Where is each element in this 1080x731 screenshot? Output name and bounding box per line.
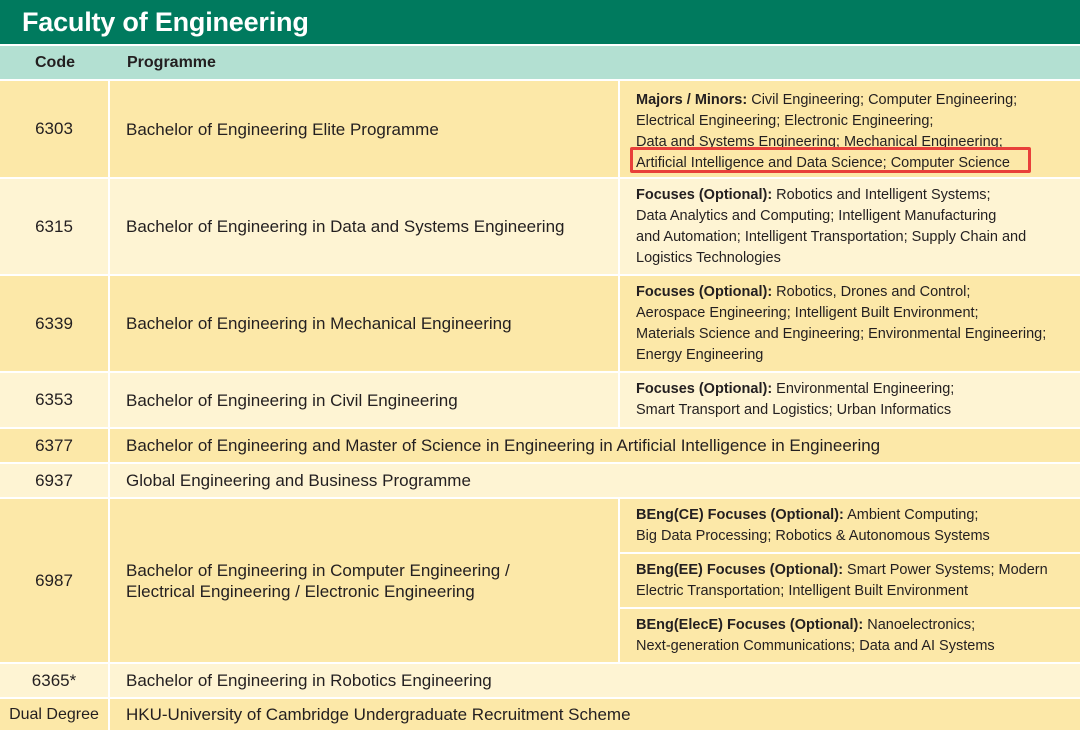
notes-line: Smart Transport and Logistics; Urban Inf… [636,402,952,418]
notes-line: Data Analytics and Computing; Intelligen… [636,208,997,224]
notes-text: Environmental Engineering; [772,381,955,397]
programme-notes: Focuses (Optional): Robotics and Intelli… [620,179,1080,274]
programme-table-page: Faculty of Engineering Code Programme 63… [0,0,1080,731]
programme-code: Dual Degree [0,699,110,730]
notes-label: BEng(EE) Focuses (Optional): [636,562,844,578]
notes-text: Robotics and Intelligent Systems; [772,187,991,203]
faculty-title: Faculty of Engineering [0,0,1080,44]
notes-line: Electrical Engineering; Electronic Engin… [636,113,934,129]
programme-name: Bachelor of Engineering in Computer Engi… [110,499,620,662]
focus-note-ee: BEng(EE) Focuses (Optional): Smart Power… [620,552,1080,607]
notes-line: Materials Science and Engineering; Envir… [636,326,1047,342]
notes-line: Energy Engineering [636,347,764,363]
notes-line: Next-generation Communications; Data and… [636,638,995,654]
notes-text: Smart Power Systems; Modern [843,562,1048,578]
programme-name: Global Engineering and Business Programm… [126,471,471,490]
notes-line: Logistics Technologies [636,250,781,266]
table-row: 6339 Bachelor of Engineering in Mechanic… [0,274,1080,371]
programme-name: Bachelor of Engineering in Data and Syst… [110,179,620,274]
programme-code: 6303 [0,81,110,177]
header-programme: Programme [127,53,216,71]
programme-code: 6353 [0,373,110,427]
notes-label: Majors / Minors: [636,92,748,108]
programme-name: HKU-University of Cambridge Undergraduat… [126,705,631,724]
programme-name: Bachelor of Engineering in Mechanical En… [110,276,620,371]
notes-label: BEng(ElecE) Focuses (Optional): [636,617,864,633]
programme-notes: Focuses (Optional): Robotics, Drones and… [620,276,1080,371]
notes-line: Electric Transportation; Intelligent Bui… [636,583,969,599]
programme-code: 6937 [0,464,110,497]
programme-name-line: Electrical Engineering / Electronic Engi… [126,581,475,601]
table-row: 6987 Bachelor of Engineering in Computer… [0,497,1080,662]
programme-name: Bachelor of Engineering Elite Programme [110,81,620,177]
table-row: 6315 Bachelor of Engineering in Data and… [0,177,1080,274]
notes-text: Nanoelectronics; [863,617,976,633]
table-row: 6937 Global Engineering and Business Pro… [0,462,1080,497]
programme-notes: Focuses (Optional): Environmental Engine… [620,373,1080,427]
notes-text: Civil Engineering; Computer Engineering; [747,92,1018,108]
highlight-box [630,147,1031,173]
table-row: 6353 Bachelor of Engineering in Civil En… [0,371,1080,427]
notes-line: Big Data Processing; Robotics & Autonomo… [636,528,990,544]
notes-label: BEng(CE) Focuses (Optional): [636,507,844,523]
programme-code: 6377 [0,429,110,462]
programme-code: 6315 [0,179,110,274]
programme-notes: BEng(CE) Focuses (Optional): Ambient Com… [620,499,1080,662]
notes-line: and Automation; Intelligent Transportati… [636,229,1027,245]
table-row: Dual Degree HKU-University of Cambridge … [0,697,1080,730]
focus-note-ce: BEng(CE) Focuses (Optional): Ambient Com… [620,499,1080,552]
table-row: 6377 Bachelor of Engineering and Master … [0,427,1080,462]
notes-label: Focuses (Optional): [636,284,773,300]
notes-label: Focuses (Optional): [636,381,773,397]
programme-notes: Majors / Minors: Civil Engineering; Comp… [620,81,1080,177]
programme-name: Bachelor of Engineering and Master of Sc… [126,436,881,455]
notes-text: Ambient Computing; [843,507,979,523]
table-header: Code Programme [0,44,1080,79]
header-code: Code [35,53,75,71]
programme-name-line: Bachelor of Engineering in Computer Engi… [126,560,510,580]
programme-name: Bachelor of Engineering in Civil Enginee… [110,373,620,427]
table-row: 6365* Bachelor of Engineering in Robotic… [0,662,1080,697]
notes-text: Robotics, Drones and Control; [772,284,971,300]
programme-code: 6987 [0,499,110,662]
programme-code: 6339 [0,276,110,371]
table-row: 6303 Bachelor of Engineering Elite Progr… [0,79,1080,177]
focus-note-elece: BEng(ElecE) Focuses (Optional): Nanoelec… [620,607,1080,662]
programme-name: Bachelor of Engineering in Robotics Engi… [126,671,492,690]
notes-label: Focuses (Optional): [636,187,773,203]
notes-line: Aerospace Engineering; Intelligent Built… [636,305,979,321]
programme-code: 6365* [0,664,110,697]
